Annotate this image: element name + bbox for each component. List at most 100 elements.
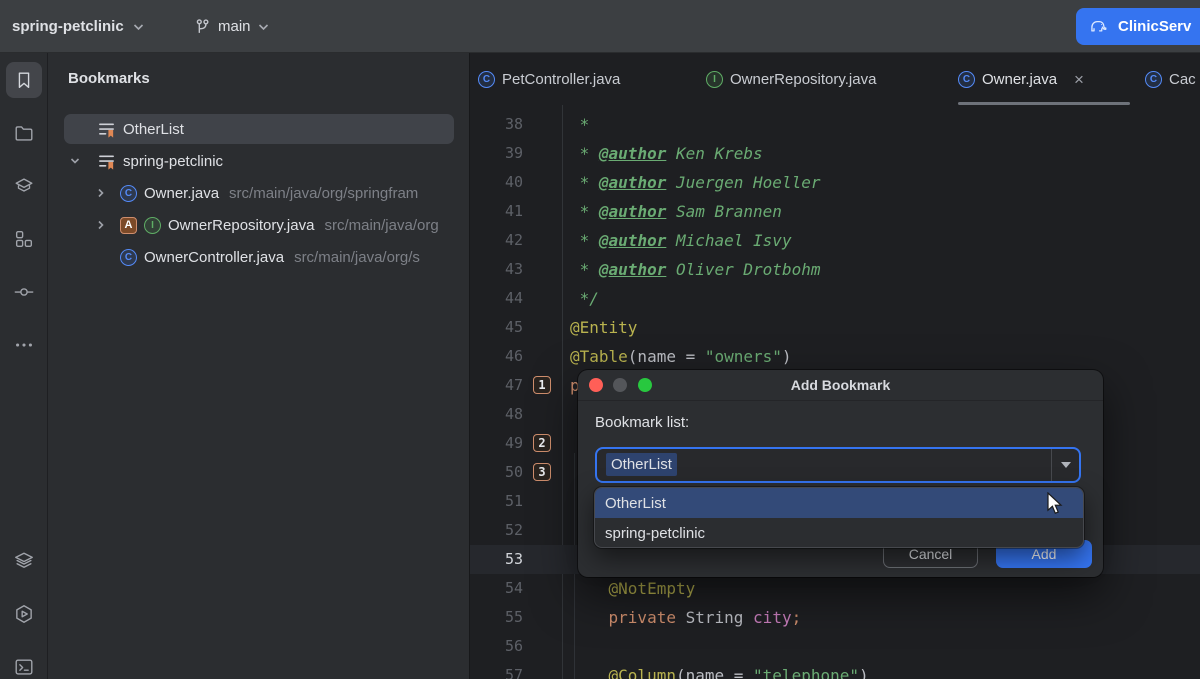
chevron-down-icon[interactable] (69, 155, 81, 167)
bookmark-row-content: OtherList (97, 113, 184, 145)
line-number: 43 (470, 255, 523, 284)
interface-icon: I (706, 71, 723, 88)
bookmark-tree-row[interactable]: OtherList (48, 113, 470, 145)
bookmark-list-combobox[interactable]: OtherList (595, 447, 1081, 483)
project-selector[interactable]: spring-petclinic (12, 0, 144, 53)
code-text: * (570, 110, 589, 139)
bookmark-tree-row[interactable]: COwner.javasrc/main/java/org/springfram (48, 177, 470, 209)
project-name: spring-petclinic (12, 18, 124, 35)
class-icon: C (120, 185, 137, 202)
bookmark-file-path: src/main/java/org (324, 217, 438, 234)
terminal-toolwindow-button[interactable] (6, 649, 42, 679)
package-icon (13, 175, 35, 197)
structure-icon (13, 228, 35, 250)
line-number: 41 (470, 197, 523, 226)
bookmark-tree-row[interactable]: AIOwnerRepository.javasrc/main/java/org (48, 209, 470, 241)
bookmark-row-content: COwnerController.javasrc/main/java/org/s (120, 241, 420, 273)
code-text: @Table(name = "owners") (570, 342, 792, 371)
dialog-title: Add Bookmark (578, 377, 1103, 393)
bookmark-mnemonic-badge[interactable]: 2 (533, 434, 551, 452)
bookmark-row-content: COwner.javasrc/main/java/org/springfram (120, 177, 418, 209)
code-line-57: 57 @Column(name = "telephone") (470, 661, 1200, 679)
line-number: 54 (470, 574, 523, 603)
dropdown-item-otherlist[interactable]: OtherList (595, 488, 1083, 518)
more-toolwindow-button[interactable] (6, 327, 42, 363)
line-number: 46 (470, 342, 523, 371)
terminal-icon (13, 656, 35, 678)
code-line-55: 55 private String city; (470, 603, 1200, 632)
run-configuration-button[interactable]: ClinicServ (1076, 8, 1200, 45)
chevron-right-icon[interactable] (95, 187, 107, 199)
editor-tab-ownerrepository-java[interactable]: I OwnerRepository.java (706, 53, 876, 105)
services-toolwindow-button[interactable] (6, 596, 42, 632)
layers-toolwindow-button[interactable] (6, 543, 42, 579)
chevron-down-icon (133, 23, 144, 31)
class-icon: C (1145, 71, 1162, 88)
mnemonic-badge: A (120, 217, 137, 234)
package-toolwindow-button[interactable] (6, 168, 42, 204)
code-text: * @author Sam Brannen (570, 197, 782, 226)
code-text: */ (570, 284, 599, 313)
close-tab-icon[interactable]: × (1074, 71, 1084, 88)
line-number: 38 (470, 110, 523, 139)
line-number: 49 (470, 429, 523, 458)
code-line-43: 43 * @author Oliver Drotbohm (470, 255, 1200, 284)
line-number: 42 (470, 226, 523, 255)
line-number: 48 (470, 400, 523, 429)
dropdown-item-spring-petclinic[interactable]: spring-petclinic (595, 518, 1083, 548)
bookmark-mnemonic-badge[interactable]: 3 (533, 463, 551, 481)
bookmark-icon (13, 69, 35, 91)
bookmark-tree-row[interactable]: COwnerController.javasrc/main/java/org/s (48, 241, 470, 273)
branch-name: main (218, 18, 251, 35)
bookmark-list-label: Bookmark list: (595, 414, 689, 431)
bookmark-list-icon (97, 120, 116, 139)
line-number: 39 (470, 139, 523, 168)
line-number: 45 (470, 313, 523, 342)
mouse-cursor (1046, 492, 1066, 516)
main-toolbar: spring-petclinic main ClinicServ (0, 0, 1200, 53)
line-number: 52 (470, 516, 523, 545)
activity-bar (0, 53, 48, 679)
commit-toolwindow-button[interactable] (6, 274, 42, 310)
line-number: 40 (470, 168, 523, 197)
editor-tab-cac[interactable]: C Cac (1145, 53, 1196, 105)
dialog-title-separator (578, 400, 1103, 401)
interface-icon: I (144, 217, 161, 234)
tab-label: PetController.java (502, 71, 620, 88)
folder-toolwindow-button[interactable] (6, 115, 42, 151)
code-line-38: 38 * (470, 110, 1200, 139)
tab-label: OwnerRepository.java (730, 71, 876, 88)
editor-area: C PetController.java I OwnerRepository.java… (470, 53, 1200, 679)
combobox-dropdown: OtherListspring-petclinic (594, 487, 1084, 548)
class-icon: C (478, 71, 495, 88)
code-line-45: 45 @Entity (470, 313, 1200, 342)
chevron-right-icon[interactable] (95, 219, 107, 231)
tool-window-title: Bookmarks (68, 70, 150, 87)
run-configuration-label: ClinicServ (1118, 18, 1191, 35)
code-text: @NotEmpty (570, 574, 695, 603)
git-branch-icon (194, 18, 211, 35)
folder-icon (13, 122, 35, 144)
code-text: @Entity (570, 313, 637, 342)
code-line-42: 42 * @author Michael Isvy (470, 226, 1200, 255)
structure-toolwindow-button[interactable] (6, 221, 42, 257)
bookmark-mnemonic-badge[interactable]: 1 (533, 376, 551, 394)
combobox-arrow-button[interactable] (1051, 449, 1079, 481)
bookmark-label: OwnerController.java (144, 249, 284, 266)
editor-tab-petcontroller-java[interactable]: C PetController.java (478, 53, 620, 105)
chevron-down-icon (258, 23, 269, 31)
code-line-56: 56 (470, 632, 1200, 661)
tab-label: Cac (1169, 71, 1196, 88)
branch-selector[interactable]: main (194, 0, 269, 53)
code-text: * @author Juergen Hoeller (570, 168, 820, 197)
code-line-44: 44 */ (470, 284, 1200, 313)
line-number: 50 (470, 458, 523, 487)
line-number: 55 (470, 603, 523, 632)
bookmark-row-content: AIOwnerRepository.javasrc/main/java/org (120, 209, 439, 241)
bookmark-tree-row[interactable]: spring-petclinic (48, 145, 470, 177)
bookmark-toolwindow-button[interactable] (6, 62, 42, 98)
ide-window: spring-petclinic main ClinicServ Bookmar… (0, 0, 1200, 679)
bookmark-file-path: src/main/java/org/springfram (229, 185, 418, 202)
code-line-40: 40 * @author Juergen Hoeller (470, 168, 1200, 197)
editor-tab-owner-java[interactable]: COwner.java× (958, 53, 1084, 105)
